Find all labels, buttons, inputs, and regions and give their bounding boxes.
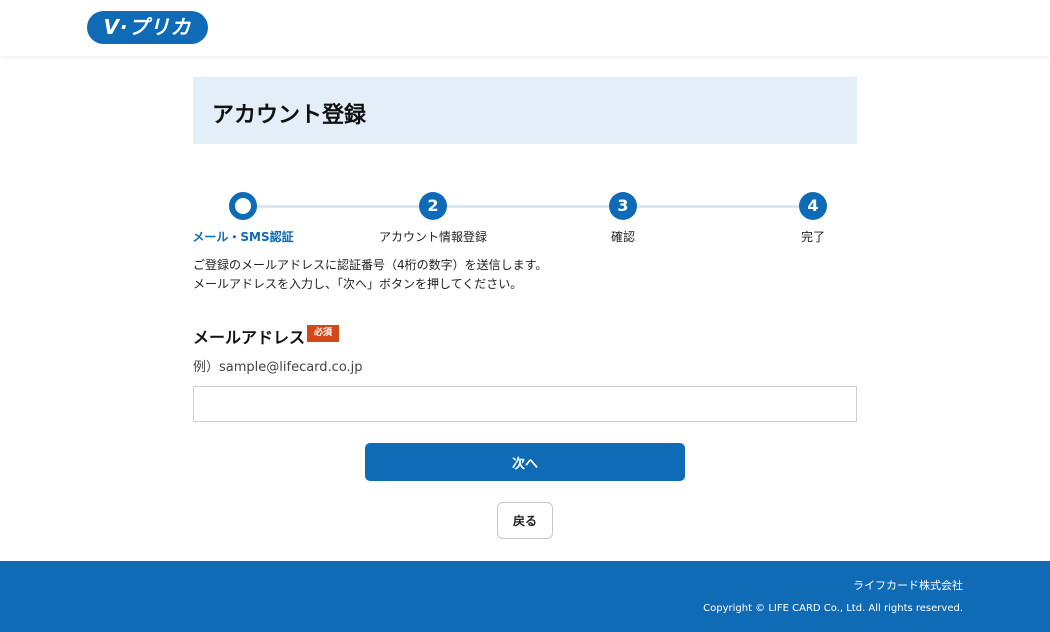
step-label: 完了 <box>800 230 825 244</box>
step-number: 2 <box>419 192 447 220</box>
email-field-label: メールアドレス <box>193 328 306 347</box>
step-number: 4 <box>799 192 827 220</box>
instructions: ご登録のメールアドレスに認証番号（4桁の数字）を送信します。 メールアドレスを入… <box>193 256 857 294</box>
step-label: 確認 <box>610 230 635 244</box>
step-number: 3 <box>609 192 637 220</box>
step-email-sms: メール・SMS認証 <box>173 190 313 250</box>
step-complete: 4 完了 <box>743 190 883 250</box>
page-title: アカウント登録 <box>212 103 367 128</box>
progress-stepper: メール・SMS認証 2 アカウント情報登録 3 確認 4 完了 <box>192 190 857 250</box>
email-example-hint: 例）sample@lifecard.co.jp <box>193 360 363 375</box>
page-title-banner: アカウント登録 <box>193 77 857 144</box>
vpreca-logo[interactable]: V·プリカ <box>87 11 208 44</box>
step-account-info: 2 アカウント情報登録 <box>363 190 503 250</box>
step-label: アカウント情報登録 <box>378 230 487 244</box>
site-header: V·プリカ <box>0 0 1050 56</box>
email-input[interactable] <box>193 386 857 422</box>
footer-copyright: Copyright © LIFE CARD Co., Ltd. All righ… <box>703 603 963 614</box>
back-button[interactable]: 戻る <box>497 502 553 539</box>
stepper-connector-line <box>243 205 813 208</box>
next-button[interactable]: 次へ <box>365 443 685 481</box>
required-badge: 必須 <box>307 325 339 342</box>
instructions-line: ご登録のメールアドレスに認証番号（4桁の数字）を送信します。 <box>193 258 548 272</box>
site-footer: ライフカード株式会社 Copyright © LIFE CARD Co., Lt… <box>0 561 1050 632</box>
step-current-indicator-icon <box>229 192 257 220</box>
step-label: メール・SMS認証 <box>192 230 294 244</box>
instructions-line: メールアドレスを入力し、「次へ」ボタンを押してください。 <box>193 277 523 291</box>
step-confirm: 3 確認 <box>553 190 693 250</box>
footer-company-name: ライフカード株式会社 <box>853 579 963 592</box>
